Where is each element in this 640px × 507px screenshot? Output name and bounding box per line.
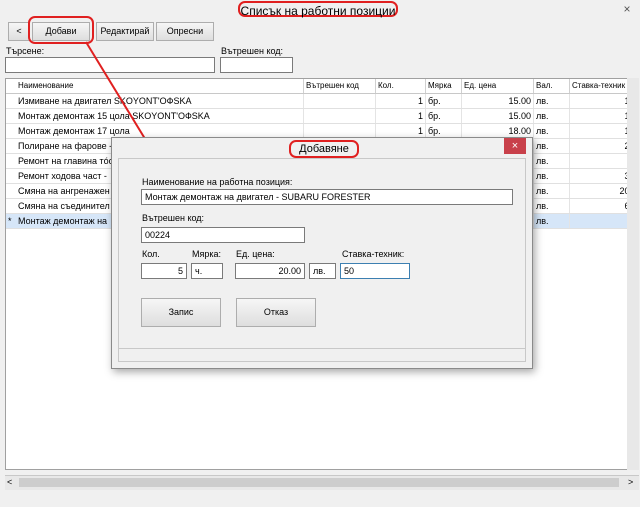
- table-cell-code[interactable]: [304, 124, 376, 138]
- scroll-left-icon[interactable]: <: [7, 477, 12, 487]
- dialog-qty-input[interactable]: 5: [141, 263, 187, 279]
- dialog-unit-label: Мярка:: [192, 249, 222, 259]
- table-cell-code[interactable]: [304, 109, 376, 123]
- dialog-price-input[interactable]: 20.00: [235, 263, 305, 279]
- table-cell-qty[interactable]: 1: [376, 109, 426, 123]
- search-label: Търсене:: [6, 46, 45, 56]
- table-cell-name[interactable]: Монтаж демонтаж 17 цола: [16, 124, 304, 138]
- cancel-button[interactable]: Отказ: [236, 298, 316, 327]
- table-cell-qty[interactable]: 1: [376, 94, 426, 108]
- table-cell-unit[interactable]: бр.: [426, 109, 462, 123]
- dialog-close-icon[interactable]: ×: [504, 138, 526, 154]
- code-search-label: Вътрешен код:: [221, 46, 284, 56]
- code-search-input[interactable]: [220, 57, 293, 73]
- search-input[interactable]: [5, 57, 215, 73]
- back-button[interactable]: <: [8, 22, 30, 41]
- scroll-thumb[interactable]: [19, 478, 619, 487]
- table-cell-cur[interactable]: лв.: [534, 199, 570, 213]
- main-window: Списък на работни позиции × < Добави Ред…: [0, 0, 640, 507]
- table-row[interactable]: Монтаж демонтаж 15 цола SKOYONT'ОФSKA 1 бр…: [6, 109, 638, 124]
- table-cell-unit[interactable]: бр.: [426, 94, 462, 108]
- table-row[interactable]: Измиване на двигател SKOYONT'ОФSKA 1 бр. 15…: [6, 94, 638, 109]
- table-cell-cur[interactable]: лв.: [534, 154, 570, 168]
- dialog-name-input[interactable]: Монтаж демонтаж на двигател - SUBARU FOR…: [141, 189, 513, 205]
- table-cell-price[interactable]: 15.00: [462, 109, 534, 123]
- table-cell-price[interactable]: 15.00: [462, 94, 534, 108]
- dialog-rate-label: Ставка-техник:: [342, 249, 405, 259]
- table-cell-code[interactable]: [304, 94, 376, 108]
- dialog-unit-input[interactable]: ч.: [191, 263, 223, 279]
- column-header-code[interactable]: Вътрешен код: [304, 79, 376, 93]
- column-header-qty[interactable]: Кол.: [376, 79, 426, 93]
- table-cell-price[interactable]: 18.00: [462, 124, 534, 138]
- column-header-currency[interactable]: Вал.: [534, 79, 570, 93]
- add-button[interactable]: Добави: [32, 22, 90, 41]
- window-close-icon[interactable]: ×: [618, 2, 636, 16]
- refresh-button[interactable]: Опресни: [156, 22, 214, 41]
- table-cell-unit[interactable]: бр.: [426, 124, 462, 138]
- scroll-right-icon[interactable]: >: [628, 477, 633, 487]
- column-header-unit[interactable]: Мярка: [426, 79, 462, 93]
- window-title: Списък на работни позиции: [238, 1, 398, 18]
- new-row-marker: *: [8, 216, 12, 226]
- table-cell-cur[interactable]: лв.: [534, 184, 570, 198]
- table-cell-cur[interactable]: лв.: [534, 214, 570, 228]
- table-cell-cur[interactable]: лв.: [534, 124, 570, 138]
- table-cell-name[interactable]: Измиване на двигател SKOYONT'ОФSKA: [16, 94, 304, 108]
- table-cell-cur[interactable]: лв.: [534, 94, 570, 108]
- dialog-qty-label: Кол.: [142, 249, 160, 259]
- column-header-name[interactable]: Наименование: [16, 79, 304, 93]
- dialog-title: Добавяне: [289, 140, 359, 158]
- dialog-price-label: Ед. цена:: [236, 249, 275, 259]
- dialog-name-label: Наименование на работна позиция:: [142, 177, 293, 187]
- dialog-currency-input[interactable]: лв.: [309, 263, 336, 279]
- dialog-status-divider: [118, 348, 526, 349]
- table-cell-name[interactable]: Монтаж демонтаж 15 цола SKOYONT'ОФSKA: [16, 109, 304, 123]
- table-cell-cur[interactable]: лв.: [534, 109, 570, 123]
- dialog-rate-input[interactable]: 50: [340, 263, 410, 279]
- add-dialog: Добавяне × Наименование на работна позиц…: [111, 137, 533, 369]
- save-button[interactable]: Запис: [141, 298, 221, 327]
- dialog-code-input[interactable]: 00224: [141, 227, 305, 243]
- dialog-code-label: Вътрешен код:: [142, 213, 205, 223]
- column-header-price[interactable]: Ед. цена: [462, 79, 534, 93]
- table-cell-qty[interactable]: 1: [376, 124, 426, 138]
- horizontal-scrollbar[interactable]: < >: [5, 475, 639, 490]
- edit-button[interactable]: Редактирай: [96, 22, 154, 41]
- vertical-scrollbar[interactable]: [627, 78, 639, 470]
- table-cell-cur[interactable]: лв.: [534, 169, 570, 183]
- grid-header: Наименование Вътрешен код Кол. Мярка Ед.…: [6, 79, 638, 94]
- table-cell-cur[interactable]: лв.: [534, 139, 570, 153]
